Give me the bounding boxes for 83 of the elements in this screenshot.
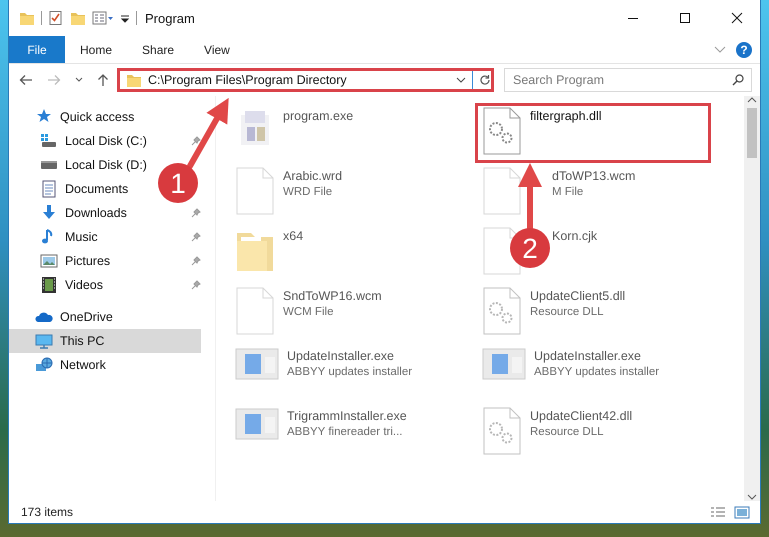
file-type: ABBYY finereader tri...: [287, 426, 404, 438]
recent-locations-caret-icon[interactable]: [75, 77, 83, 83]
file-name[interactable]: UpdateClient5.dll: [530, 289, 626, 303]
navigation-item[interactable]: Pictures: [65, 254, 110, 268]
folder-icon: [126, 72, 142, 88]
scroll-up-icon[interactable]: [747, 96, 757, 104]
file-name[interactable]: Korn.cjk: [552, 229, 598, 243]
window-icon: [235, 347, 279, 381]
search-icon[interactable]: [732, 74, 744, 86]
gears-file-icon: [482, 287, 522, 335]
file-name[interactable]: UpdateInstaller.exe: [287, 349, 412, 363]
address-bar[interactable]: C:\Program Files\Program Directory: [117, 68, 494, 92]
pin-icon[interactable]: [191, 256, 201, 266]
gears-file-icon: [482, 107, 522, 155]
file-type: Resource DLL: [530, 426, 605, 438]
navigation-item[interactable]: Quick access: [60, 110, 134, 124]
navigation-item[interactable]: Downloads: [65, 206, 127, 220]
refresh-icon[interactable]: [479, 74, 491, 86]
file-name[interactable]: UpdateClient42.dll: [530, 409, 632, 423]
step-number-badge: 2: [510, 228, 550, 268]
folder-path: C:\Program Files\Program Directory: [148, 73, 348, 87]
window-title: Program: [145, 10, 195, 26]
navigation-item[interactable]: Videos: [65, 278, 103, 292]
ribbon-tab[interactable]: View: [189, 36, 245, 63]
expand-ribbon-icon[interactable]: [714, 46, 726, 54]
file-icon: [482, 167, 522, 215]
file-type: Resource DLL: [530, 306, 605, 318]
maximize-icon: [679, 12, 691, 24]
close-icon: [731, 12, 743, 24]
folder-icon: [19, 10, 35, 26]
checklist-icon[interactable]: [48, 10, 64, 26]
file-type: WCM File: [283, 306, 334, 318]
pin-icon[interactable]: [191, 232, 201, 242]
film-icon: [40, 276, 58, 294]
file-type: ABBYY updates installer: [534, 366, 660, 378]
file-type: WRD File: [283, 186, 334, 198]
scrollbar-thumb[interactable]: [747, 108, 757, 158]
ribbon-tab[interactable]: Share: [127, 36, 190, 63]
navigation-item[interactable]: This PC: [9, 329, 201, 353]
drive-icon: [40, 132, 58, 150]
file-icon: [235, 167, 275, 215]
step-number-badge: 1: [158, 163, 198, 203]
file-name[interactable]: filtergraph.dll: [530, 109, 602, 123]
window-icon: [235, 407, 279, 441]
properties-icon[interactable]: [92, 10, 114, 26]
gears-file-icon: [482, 407, 522, 455]
back-arrow-icon[interactable]: [19, 74, 33, 86]
navigation-item[interactable]: Network: [60, 358, 106, 372]
navigation-item[interactable]: OneDrive: [60, 310, 113, 324]
document-icon: [40, 180, 58, 198]
navigation-item[interactable]: Music: [65, 230, 98, 244]
search-field[interactable]: Search Program: [504, 68, 752, 92]
navigation-item[interactable]: Documents: [65, 182, 128, 196]
pointer-arrow: [187, 98, 229, 169]
pin-icon[interactable]: [191, 136, 201, 146]
details-view-icon[interactable]: [710, 506, 726, 518]
pin-icon[interactable]: [191, 280, 201, 290]
file-name[interactable]: x64: [283, 229, 304, 243]
window-icon: [482, 347, 526, 381]
file-type: M File: [552, 186, 584, 198]
file-name[interactable]: UpdateInstaller.exe: [534, 349, 660, 363]
pin-icon[interactable]: [191, 208, 201, 218]
ribbon-tab[interactable]: Home: [65, 36, 128, 63]
file-name[interactable]: Arabic.wrd: [283, 169, 342, 183]
file-name[interactable]: SndToWP16.wcm: [283, 289, 382, 303]
large-icons-view-icon[interactable]: [734, 506, 750, 518]
file-menu-tab[interactable]: File: [9, 36, 65, 63]
item-count: 173 items: [21, 505, 74, 519]
navigation-item[interactable]: Local Disk (C:): [65, 134, 147, 148]
vertical-scrollbar[interactable]: [744, 96, 760, 501]
network-icon: [35, 356, 53, 374]
up-arrow-icon[interactable]: [97, 73, 109, 87]
picture-icon: [40, 252, 58, 270]
scroll-down-icon[interactable]: [747, 493, 757, 501]
file-type: ABBYY updates installer: [287, 366, 412, 378]
file-name[interactable]: program.exe: [283, 109, 354, 123]
file-icon: [235, 287, 275, 335]
file-name[interactable]: dToWP13.wcm: [552, 169, 636, 183]
monitor-icon: [35, 332, 53, 350]
file-name[interactable]: TrigrammInstaller.exe: [287, 409, 407, 423]
help-button[interactable]: ?: [736, 42, 752, 58]
dropdown-caret-icon[interactable]: [456, 77, 466, 83]
navigation-item[interactable]: Local Disk (D:): [65, 158, 147, 172]
